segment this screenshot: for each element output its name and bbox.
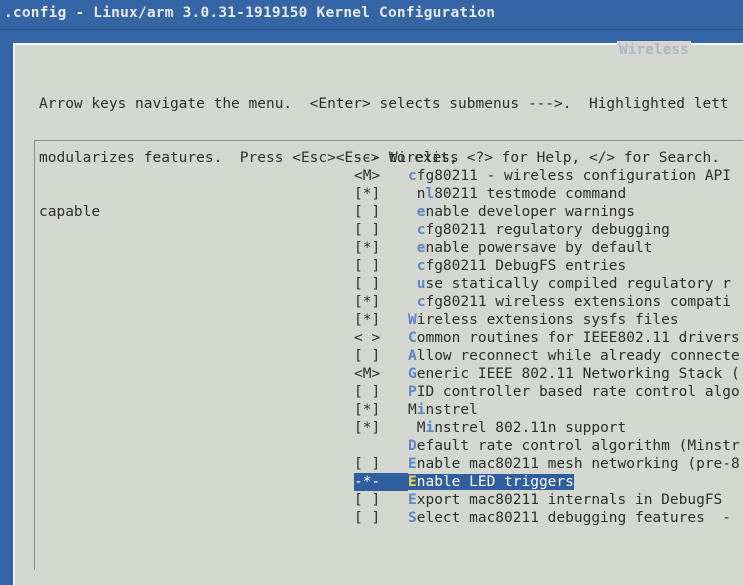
option-label: use statically compiled regulatory r xyxy=(416,276,732,292)
hotkey: D xyxy=(408,438,417,454)
option-label: Wireless extensions sysfs files xyxy=(408,312,679,328)
option-label: Wireless xyxy=(388,150,459,166)
menu-item-pid-controller[interactable]: [ ] PID controller based rate control alg… xyxy=(354,383,740,401)
option-state: [ ] xyxy=(354,384,381,400)
option-state: <M> xyxy=(354,168,381,184)
option-state: [*] xyxy=(354,312,381,328)
option-state: [ ] xyxy=(354,222,381,238)
menu-item-default-rate-control[interactable]: Default rate control algorithm (Minstr xyxy=(354,437,740,455)
option-state: [ ] xyxy=(354,456,381,472)
option-state: --- xyxy=(354,150,389,166)
hotkey: l xyxy=(425,186,435,202)
option-label: Enable mac80211 mesh networking (pre-8 xyxy=(408,456,740,472)
option-label: Select mac80211 debugging features - xyxy=(408,510,732,526)
option-state: [ ] xyxy=(354,204,381,220)
option-label: Allow reconnect while already connecte xyxy=(408,348,740,364)
menu-item-wext-sysfs[interactable]: [*] Wireless extensions sysfs files xyxy=(354,311,740,329)
option-label: cfg80211 wireless extensions compati xyxy=(416,294,732,310)
option-label: Generic IEEE 802.11 Networking Stack ( xyxy=(408,366,740,382)
menu-item-nl80211-testmode[interactable]: [*] nl80211 testmode command xyxy=(354,185,740,203)
option-label: cfg80211 - wireless configuration API xyxy=(408,168,732,184)
window-title-bar: .config - Linux/arm 3.0.31-1919150 Kerne… xyxy=(0,0,743,30)
menu-item-common-routines[interactable]: < > Common routines for IEEE802.11 driver… xyxy=(354,329,740,347)
menu-item-export-internals[interactable]: [ ] Export mac80211 internals in DebugFS xyxy=(354,491,740,509)
option-label: Export mac80211 internals in DebugFS xyxy=(408,492,723,508)
menu-item-minstrel-ht[interactable]: [*] Minstrel 802.11n support xyxy=(354,419,740,437)
option-state: [ ] xyxy=(354,276,381,292)
hotkey: E xyxy=(408,456,417,472)
option-label: Minstrel xyxy=(408,402,478,418)
option-state: -*- xyxy=(354,473,408,491)
option-state: [*] xyxy=(354,240,381,256)
option-state: < > xyxy=(354,330,381,346)
hotkey: i xyxy=(425,420,435,436)
hotkey: W xyxy=(408,312,417,328)
option-state: <M> xyxy=(354,366,381,382)
option-label: cfg80211 regulatory debugging xyxy=(416,222,670,238)
option-state: [*] xyxy=(354,294,381,310)
menu-list: --- Wireless <M> cfg80211 - wireless confi… xyxy=(354,149,740,527)
hotkey: P xyxy=(408,384,417,400)
option-label: Common routines for IEEE802.11 drivers xyxy=(408,330,740,346)
option-state: [ ] xyxy=(354,510,381,526)
menu-item-minstrel[interactable]: [*] Minstrel xyxy=(354,401,740,419)
hotkey: A xyxy=(408,348,417,364)
menu-header-wireless[interactable]: --- Wireless xyxy=(354,149,740,167)
option-label: cfg80211 DebugFS entries xyxy=(416,258,627,274)
window-title: .config - Linux/arm 3.0.31-1919150 Kerne… xyxy=(4,5,496,21)
menu-item-static-regulatory[interactable]: [ ] use statically compiled regulatory r xyxy=(354,275,740,293)
menu-item-regulatory-debugging[interactable]: [ ] cfg80211 regulatory debugging xyxy=(354,221,740,239)
hotkey: E xyxy=(408,474,417,490)
menu-item-debugging-features[interactable]: [ ] Select mac80211 debugging features - xyxy=(354,509,740,527)
option-state: [*] xyxy=(354,420,381,436)
menu-item-allow-reconnect[interactable]: [ ] Allow reconnect while already connect… xyxy=(354,347,740,365)
hotkey: c xyxy=(408,168,417,184)
menu-item-mac80211[interactable]: <M> Generic IEEE 802.11 Networking Stack … xyxy=(354,365,740,383)
option-state: [*] xyxy=(354,186,381,202)
hotkey: S xyxy=(408,510,417,526)
menu-item-powersave[interactable]: [*] enable powersave by default xyxy=(354,239,740,257)
menu-item-mesh-networking[interactable]: [ ] Enable mac80211 mesh networking (pre-… xyxy=(354,455,740,473)
option-state: [ ] xyxy=(354,258,381,274)
menu-item-led-triggers[interactable]: -*- Enable LED triggers xyxy=(354,473,740,491)
hotkey: G xyxy=(408,366,417,382)
option-label: PID controller based rate control algo xyxy=(408,384,740,400)
hotkey: C xyxy=(408,330,417,346)
option-label: enable powersave by default xyxy=(416,240,653,256)
dialog-title: Wireless xyxy=(617,41,691,59)
menu-item-wext-compat[interactable]: [*] cfg80211 wireless extensions compati xyxy=(354,293,740,311)
option-label: Default rate control algorithm (Minstr xyxy=(408,438,740,454)
option-label: Minstrel 802.11n support xyxy=(416,420,627,436)
help-line: Arrow keys navigate the menu. <Enter> se… xyxy=(39,96,729,112)
menu-item-developer-warnings[interactable]: [ ] enable developer warnings xyxy=(354,203,740,221)
option-label: nl80211 testmode command xyxy=(416,186,627,202)
menu-item-debugfs-entries[interactable]: [ ] cfg80211 DebugFS entries xyxy=(354,257,740,275)
option-state: [*] xyxy=(354,402,381,418)
option-label: enable developer warnings xyxy=(416,204,635,220)
menu-item-cfg80211[interactable]: <M> cfg80211 - wireless configuration API xyxy=(354,167,740,185)
hotkey: E xyxy=(408,492,417,508)
option-state: [ ] xyxy=(354,348,381,364)
option-state: [ ] xyxy=(354,492,381,508)
option-label: Enable LED triggers xyxy=(408,474,574,490)
